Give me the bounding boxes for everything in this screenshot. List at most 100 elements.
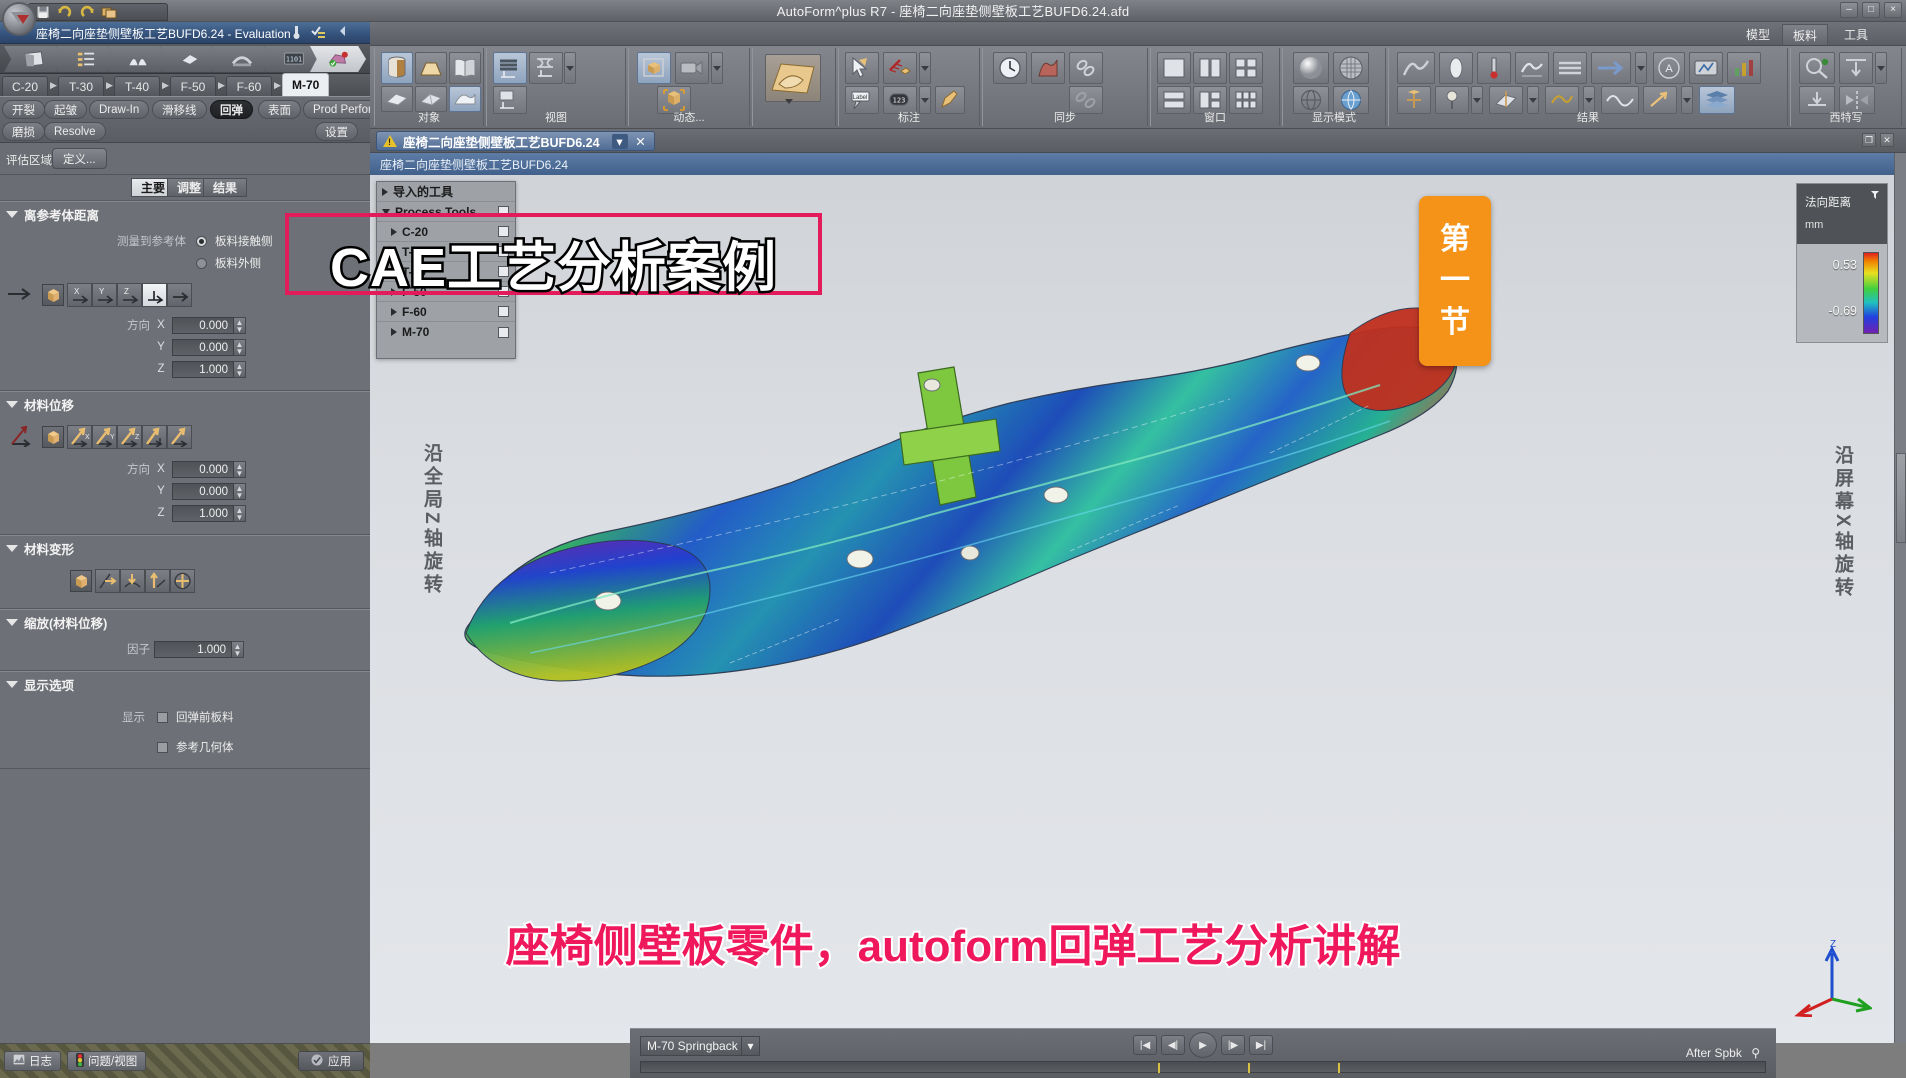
save-icon[interactable]: [35, 4, 51, 20]
window-single-button[interactable]: [1157, 52, 1191, 84]
stage-blank-button[interactable]: [160, 46, 220, 72]
dynamic-bounding-box-button[interactable]: [637, 52, 671, 84]
pill-drawin[interactable]: Draw-In: [89, 100, 150, 119]
pin-icon[interactable]: ⚲: [1751, 1046, 1760, 1060]
ref-x-field[interactable]: 0.000: [172, 316, 234, 334]
object-tool-button[interactable]: [415, 52, 447, 84]
result-compare-button[interactable]: [1689, 52, 1723, 84]
ref-z-field[interactable]: 1.000: [172, 360, 234, 378]
application-menu-orb[interactable]: [2, 2, 36, 36]
process-tab-f60[interactable]: F-60: [226, 76, 273, 96]
result-formability-button[interactable]: [1397, 52, 1435, 84]
segment-result[interactable]: 结果: [203, 178, 248, 197]
process-tab-t30[interactable]: T-30: [58, 76, 105, 96]
deformation-coordinate-cube-button[interactable]: [70, 570, 92, 592]
result-chart-button[interactable]: [1727, 52, 1761, 84]
tree-node-m70[interactable]: M-70: [377, 322, 515, 342]
disp-z-field[interactable]: 1.000: [172, 504, 234, 522]
document-tab[interactable]: 座椅二向座垫侧壁板工艺BUFD6.24 ▾ ✕: [376, 131, 655, 151]
ref-x-spinner[interactable]: 0.000 ▲ ▼: [172, 316, 246, 334]
checkbox-reference-geometry[interactable]: [157, 741, 168, 753]
pill-springback[interactable]: 回弹: [210, 100, 253, 119]
sync-link-button[interactable]: [1069, 52, 1103, 84]
disp-x-stepper[interactable]: ▲ ▼: [234, 460, 246, 478]
stage-evaluation-button[interactable]: [310, 46, 366, 72]
process-tab-m70[interactable]: M-70: [282, 73, 330, 96]
stage-part-button[interactable]: [4, 46, 64, 72]
ref-coordinate-cube-button[interactable]: [42, 284, 64, 306]
annotation-more-dropdown[interactable]: [785, 99, 793, 118]
compress-icon[interactable]: [120, 569, 145, 593]
minimize-button[interactable]: –: [1840, 2, 1858, 18]
annotation-measure-dropdown[interactable]: [919, 52, 931, 84]
stretch-icon[interactable]: [145, 569, 170, 593]
document-tab-close-icon[interactable]: ✕: [634, 134, 648, 149]
pill-cracking[interactable]: 开裂: [2, 100, 45, 119]
process-tab-c20[interactable]: C-20: [2, 76, 49, 96]
section-display-options-header[interactable]: 显示选项: [0, 672, 370, 696]
dynamic-camera-button[interactable]: [675, 52, 709, 84]
ref-y-field[interactable]: 0.000: [172, 338, 234, 356]
ref-z-spinner[interactable]: 1.000 ▲ ▼: [172, 360, 246, 378]
sync-sheet-button[interactable]: [1031, 52, 1065, 84]
section-material-displacement-header[interactable]: 材料位移: [0, 392, 370, 416]
object-part-button[interactable]: [381, 52, 413, 84]
ref-x-stepper[interactable]: ▲ ▼: [234, 316, 246, 334]
document-tab-dropdown[interactable]: ▾: [611, 133, 628, 149]
ref-axis-x-button[interactable]: X: [67, 283, 92, 307]
disp-axis-custom-button[interactable]: [167, 425, 192, 449]
result-thickness-button[interactable]: [1477, 52, 1511, 84]
menu-tab-tools[interactable]: 工具: [1834, 24, 1878, 45]
stage-tools-button[interactable]: [108, 46, 168, 72]
prev-frame-button[interactable]: ◀|: [1161, 1035, 1185, 1055]
issues-button[interactable]: 问题/视图: [67, 1051, 147, 1071]
checkbox-pre-springback[interactable]: [157, 711, 168, 723]
pill-wear[interactable]: 磨损: [2, 122, 45, 141]
menu-tab-model[interactable]: 模型: [1736, 24, 1780, 45]
undo-icon[interactable]: [57, 4, 73, 20]
apply-button[interactable]: 应用: [298, 1051, 364, 1071]
pill-resolve[interactable]: Resolve: [44, 122, 106, 141]
stage-press-button[interactable]: [212, 46, 272, 72]
last-frame-button[interactable]: ▶|: [1249, 1035, 1273, 1055]
object-open-book-button[interactable]: [449, 52, 481, 84]
close-button[interactable]: ×: [1884, 2, 1902, 18]
radio-contact-side[interactable]: [196, 235, 207, 247]
closeup-zoom-button[interactable]: [1799, 52, 1835, 84]
open-icon[interactable]: [101, 4, 117, 20]
ref-axis-y-button[interactable]: Y: [92, 283, 117, 307]
tree-node-imported-tools[interactable]: 导入的工具: [377, 182, 515, 202]
displacement-coordinate-cube-button[interactable]: [42, 426, 64, 448]
section-material-deformation-header[interactable]: 材料变形: [0, 536, 370, 560]
annotation-select-button[interactable]: [845, 52, 879, 84]
disp-y-stepper[interactable]: ▲ ▼: [234, 482, 246, 500]
window-split-quad-button[interactable]: [1229, 52, 1263, 84]
view-symmetry-button[interactable]: [529, 52, 563, 84]
radio-outer-side[interactable]: [196, 257, 207, 269]
ref-y-stepper[interactable]: ▲ ▼: [234, 338, 246, 356]
ref-y-spinner[interactable]: 0.000 ▲ ▼: [172, 338, 246, 356]
thermometer-icon[interactable]: [289, 25, 304, 40]
pill-wrinkling[interactable]: 起皱: [44, 100, 87, 119]
close-document-button[interactable]: ✕: [1880, 133, 1894, 147]
view-symmetry-dropdown[interactable]: [564, 52, 576, 84]
tree-node-f60[interactable]: F-60: [377, 302, 515, 322]
result-a-button[interactable]: A: [1653, 52, 1685, 84]
disp-y-spinner[interactable]: 0.000 ▲ ▼: [172, 482, 246, 500]
disp-axis-x-button[interactable]: X: [67, 425, 92, 449]
process-tab-t40[interactable]: T-40: [114, 76, 161, 96]
animation-timeline[interactable]: [640, 1061, 1766, 1073]
closeup-fit-dropdown[interactable]: [1875, 52, 1887, 84]
result-thinning-button[interactable]: [1439, 52, 1473, 84]
sync-clock-button[interactable]: [993, 52, 1027, 84]
ref-axis-z-button[interactable]: Z: [117, 283, 142, 307]
disp-z-stepper[interactable]: ▲ ▼: [234, 504, 246, 522]
dynamic-camera-dropdown[interactable]: [711, 52, 723, 84]
scaling-factor-field[interactable]: 1.000: [154, 640, 232, 658]
annotation-surface-preview[interactable]: [765, 54, 821, 102]
next-frame-button[interactable]: |▶: [1221, 1035, 1245, 1055]
tree-checkbox-m70[interactable]: [498, 326, 509, 338]
window-split-vertical-button[interactable]: [1193, 52, 1227, 84]
log-button[interactable]: 日志: [4, 1051, 61, 1071]
define-area-button[interactable]: 定义...: [52, 148, 107, 169]
